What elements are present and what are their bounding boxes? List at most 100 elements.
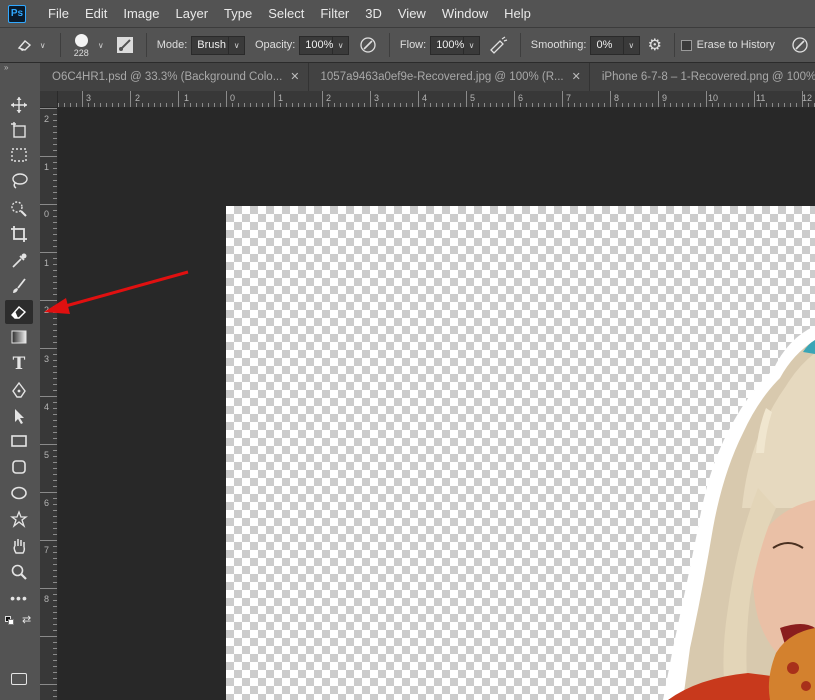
mode-select[interactable]: Brush — [191, 35, 230, 55]
panel-collapse-handle[interactable]: » — [0, 63, 40, 73]
ruler-origin[interactable] — [40, 91, 58, 108]
menu-bar: Ps File Edit Image Layer Type Select Fil… — [0, 0, 815, 27]
eraser-tool-icon[interactable] — [5, 300, 33, 324]
quick-mask-icon[interactable] — [11, 673, 27, 685]
flow-input[interactable]: 100% — [430, 35, 464, 55]
eraser-preset-icon[interactable] — [16, 38, 34, 52]
pressure-size-icon[interactable] — [791, 36, 809, 54]
smoothing-input[interactable]: 0% — [590, 35, 624, 55]
menu-3d[interactable]: 3D — [357, 0, 390, 27]
ruler-label: 3 — [44, 354, 50, 364]
type-tool-icon[interactable]: T — [5, 352, 33, 376]
close-icon[interactable]: ✕ — [290, 63, 299, 91]
document-tab[interactable]: O6C4HR1.psd @ 33.3% (Background Colo... … — [40, 63, 309, 91]
opacity-label: Opacity: — [254, 39, 296, 51]
menu-window[interactable]: Window — [434, 0, 496, 27]
crop-tool-icon[interactable] — [5, 222, 33, 246]
chevron-down-icon[interactable]: ∨ — [623, 35, 640, 55]
artboard-tool-icon[interactable] — [5, 118, 33, 142]
ruler-label: 5 — [470, 93, 476, 103]
ruler-label: 0 — [44, 209, 50, 219]
rounded-rect-tool-icon[interactable] — [5, 455, 33, 479]
vertical-ruler[interactable]: 2 1 0 1 2 3 4 5 6 7 8 — [40, 108, 58, 700]
tools-panel: T ••• ⇄ — [0, 73, 40, 700]
marquee-tool-icon[interactable] — [5, 143, 33, 167]
ellipse-tool-icon[interactable] — [5, 481, 33, 505]
brush-size-value: 228 — [73, 47, 89, 58]
tab-label: O6C4HR1.psd @ 33.3% (Background Colo... — [52, 71, 283, 83]
custom-shape-tool-icon[interactable] — [5, 507, 33, 531]
menu-layer[interactable]: Layer — [168, 0, 217, 27]
pen-tool-icon[interactable] — [5, 378, 33, 402]
brush-preset-picker[interactable]: 228 — [67, 33, 96, 58]
document-tab[interactable]: iPhone 6-7-8 – 1-Recovered.png @ 100% ( — [590, 63, 815, 91]
ruler-label: 0 — [230, 93, 236, 103]
chevron-down-icon[interactable]: ∨ — [464, 35, 480, 55]
move-tool-icon[interactable] — [5, 93, 33, 117]
ruler-label: 7 — [566, 93, 572, 103]
zoom-tool-icon[interactable] — [5, 560, 33, 584]
ruler-label: 12 — [802, 93, 813, 103]
document-workspace[interactable] — [58, 108, 815, 700]
menu-edit[interactable]: Edit — [77, 0, 115, 27]
separator — [145, 33, 147, 57]
mode-label: Mode: — [156, 39, 188, 51]
ruler-label: 10 — [708, 93, 719, 103]
ruler-label: 6 — [44, 498, 50, 508]
menu-select[interactable]: Select — [260, 0, 312, 27]
ruler-label: 4 — [422, 93, 428, 103]
brush-tool-icon[interactable] — [5, 274, 33, 298]
lasso-tool-icon[interactable] — [5, 169, 33, 193]
hand-tool-icon[interactable] — [5, 534, 33, 558]
chevron-down-icon[interactable]: ∨ — [229, 35, 245, 55]
separator — [388, 33, 390, 57]
gear-icon[interactable]: ⚙ — [648, 35, 662, 55]
chevron-down-icon[interactable]: ∨ — [40, 41, 46, 50]
menu-image[interactable]: Image — [115, 0, 167, 27]
ruler-ticks — [58, 91, 815, 107]
swap-colors-icon[interactable]: ⇄ — [22, 613, 31, 626]
rectangle-tool-icon[interactable] — [5, 429, 33, 453]
ruler-label: 8 — [614, 93, 620, 103]
smoothing-label: Smoothing: — [530, 39, 587, 51]
ruler-label: 1 — [184, 93, 190, 103]
pressure-opacity-icon[interactable] — [359, 36, 377, 54]
airbrush-icon[interactable] — [488, 36, 508, 54]
ruler-label: 4 — [44, 402, 50, 412]
ruler-label: 3 — [374, 93, 380, 103]
separator — [673, 33, 675, 57]
menu-help[interactable]: Help — [496, 0, 539, 27]
photoshop-logo: Ps — [8, 4, 26, 23]
ruler-label: 8 — [44, 594, 50, 604]
opacity-input[interactable]: 100% — [299, 35, 333, 55]
document-tab[interactable]: 1057a9463a0ef9e-Recovered.jpg @ 100% (R.… — [309, 63, 590, 91]
erase-to-history-checkbox[interactable] — [680, 39, 692, 51]
menu-file[interactable]: File — [40, 0, 77, 27]
quick-select-tool-icon[interactable] — [5, 196, 33, 220]
chevron-down-icon[interactable]: ∨ — [98, 41, 104, 50]
default-colors-icon[interactable] — [5, 616, 14, 625]
document-tabs: O6C4HR1.psd @ 33.3% (Background Colo... … — [40, 63, 815, 91]
brush-settings-icon[interactable] — [116, 36, 134, 54]
document-canvas[interactable] — [226, 206, 815, 700]
path-select-tool-icon[interactable] — [5, 404, 33, 428]
ruler-label: 5 — [44, 450, 50, 460]
menu-view[interactable]: View — [390, 0, 434, 27]
ruler-label: 11 — [756, 93, 766, 103]
ruler-label: 6 — [518, 93, 524, 103]
eyedropper-tool-icon[interactable] — [5, 249, 33, 273]
ruler-label: 2 — [135, 93, 141, 103]
brush-tip-icon — [74, 33, 88, 47]
chevron-down-icon[interactable]: ∨ — [333, 35, 349, 55]
ruler-label: 9 — [662, 93, 668, 103]
more-tools-icon[interactable]: ••• — [5, 586, 33, 610]
separator — [59, 33, 61, 57]
menu-type[interactable]: Type — [216, 0, 260, 27]
tab-label: 1057a9463a0ef9e-Recovered.jpg @ 100% (R.… — [320, 71, 564, 83]
ruler-label: 2 — [44, 114, 50, 124]
close-icon[interactable]: ✕ — [572, 63, 581, 91]
horizontal-ruler[interactable]: 3 2 1 0 1 2 3 4 5 6 7 8 9 10 11 12 — [58, 91, 815, 108]
separator — [519, 33, 521, 57]
gradient-tool-icon[interactable] — [5, 325, 33, 349]
menu-filter[interactable]: Filter — [312, 0, 357, 27]
